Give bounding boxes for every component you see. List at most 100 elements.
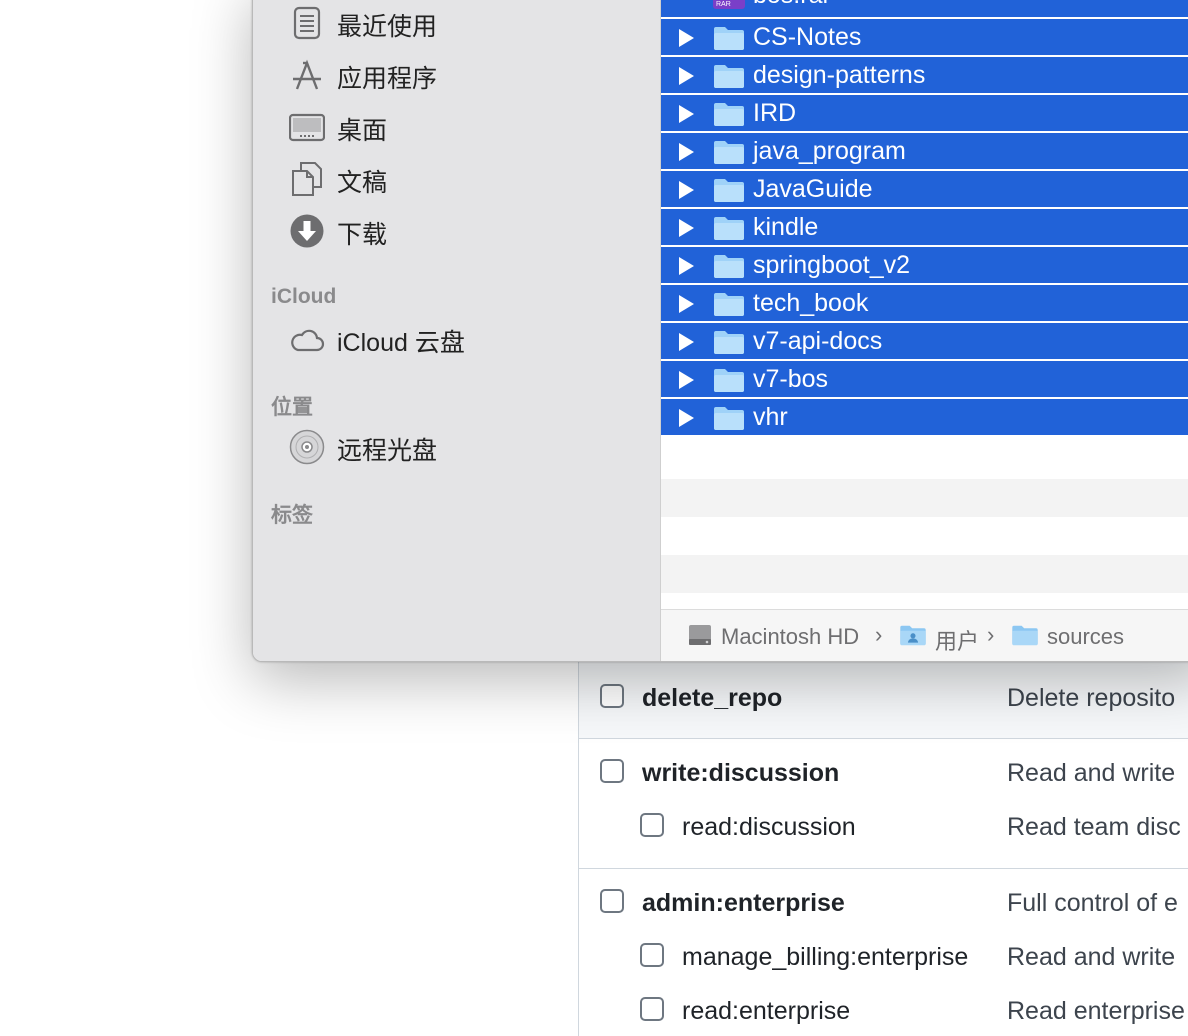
scope-row: admin:enterprise Full control of e	[579, 878, 1188, 932]
folder-row[interactable]: design-patterns	[661, 57, 1188, 95]
sidebar-item-label: 最近使用	[337, 13, 438, 41]
sidebar-item-label: 下载	[337, 221, 388, 249]
scope-name: manage_billing:enterprise	[682, 943, 969, 971]
scope-row: delete_repo Delete reposito	[579, 672, 1188, 726]
file-name: bos.rar	[753, 0, 831, 10]
scope-row: read:enterprise Read enterprise	[579, 986, 1188, 1036]
scope-row: write:discussion Read and write	[579, 748, 1188, 802]
rar-archive-icon: RAR	[713, 0, 745, 9]
disclosure-triangle-icon[interactable]	[679, 105, 694, 123]
scope-checkbox[interactable]	[600, 684, 624, 708]
scope-name: write:discussion	[642, 759, 840, 787]
user-folder-icon	[900, 625, 926, 646]
hard-drive-icon	[689, 625, 711, 645]
folder-icon	[714, 27, 744, 50]
folder-row[interactable]: JavaGuide	[661, 171, 1188, 209]
disclosure-triangle-icon[interactable]	[679, 409, 694, 427]
sidebar-heading-tags: 标签	[271, 504, 313, 527]
sidebar-item-remote-disc[interactable]: 远程光盘	[289, 425, 649, 469]
file-name: springboot_v2	[753, 251, 911, 279]
folder-icon	[714, 217, 744, 240]
disclosure-triangle-icon[interactable]	[679, 181, 694, 199]
cloud-icon	[291, 329, 325, 352]
folder-row[interactable]: CS-Notes	[661, 19, 1188, 57]
folder-icon	[1012, 625, 1038, 646]
sidebar-item-label: 应用程序	[337, 65, 438, 93]
disclosure-triangle-icon[interactable]	[679, 257, 694, 275]
scope-description: Read team disc	[1007, 813, 1181, 841]
folder-icon	[714, 179, 744, 202]
disclosure-triangle-icon[interactable]	[679, 333, 694, 351]
scope-checkbox[interactable]	[600, 759, 624, 783]
path-bar: Macintosh HD › 用户 › sources	[661, 609, 1188, 661]
disclosure-triangle-icon[interactable]	[679, 29, 694, 47]
scope-description: Read and write	[1007, 943, 1176, 971]
file-row[interactable]: RAR bos.rar	[661, 0, 1188, 19]
sidebar-item-desktop[interactable]: 桌面	[289, 105, 649, 149]
documents-icon	[292, 162, 322, 196]
sidebar-item-label: 桌面	[337, 117, 388, 145]
svg-text:RAR: RAR	[716, 1, 731, 8]
scope-description: Read and write	[1007, 759, 1176, 787]
empty-row	[661, 555, 1188, 593]
disclosure-triangle-icon[interactable]	[679, 295, 694, 313]
scope-checkbox[interactable]	[600, 889, 624, 913]
scope-name: delete_repo	[642, 684, 783, 712]
folder-icon	[714, 65, 744, 88]
sidebar-item-applications[interactable]: 应用程序	[289, 53, 649, 97]
folder-row[interactable]: IRD	[661, 95, 1188, 133]
sidebar-item-icloud-drive[interactable]: iCloud 云盘	[289, 317, 649, 361]
chevron-right-icon: ›	[987, 622, 995, 647]
scope-description: Delete reposito	[1007, 684, 1176, 712]
disclosure-triangle-icon[interactable]	[679, 219, 694, 237]
file-name: v7-bos	[753, 365, 829, 393]
folder-row[interactable]: kindle	[661, 209, 1188, 247]
sidebar-item-documents[interactable]: 文稿	[289, 157, 649, 201]
path-segment[interactable]: Macintosh HD	[721, 624, 859, 650]
sidebar-item-label: 文稿	[337, 169, 388, 197]
scope-name: read:discussion	[682, 813, 856, 841]
scope-description: Full control of e	[1007, 889, 1178, 917]
folder-row[interactable]: tech_book	[661, 285, 1188, 323]
disclosure-triangle-icon[interactable]	[679, 371, 694, 389]
file-name: IRD	[753, 99, 797, 127]
folder-row[interactable]: v7-api-docs	[661, 323, 1188, 361]
disclosure-triangle-icon[interactable]	[679, 67, 694, 85]
folder-icon	[714, 331, 744, 354]
file-name: tech_book	[753, 289, 869, 317]
file-name: design-patterns	[753, 61, 926, 89]
scope-group: write:discussion Read and write read:dis…	[579, 738, 1188, 869]
folder-icon	[714, 369, 744, 392]
folder-icon	[714, 141, 744, 164]
disclosure-triangle-icon[interactable]	[679, 143, 694, 161]
scopes-table: delete_repo Delete reposito write:discus…	[578, 660, 1188, 1036]
sidebar-item-downloads[interactable]: 下载	[289, 209, 649, 253]
folder-row[interactable]: java_program	[661, 133, 1188, 171]
folder-icon	[714, 255, 744, 278]
empty-row	[661, 479, 1188, 517]
disc-icon	[289, 429, 325, 465]
recents-icon	[293, 6, 321, 40]
folder-icon	[714, 407, 744, 430]
folder-icon	[714, 103, 744, 126]
folder-row[interactable]: springboot_v2	[661, 247, 1188, 285]
downloads-icon	[290, 214, 324, 248]
folder-row[interactable]: vhr	[661, 399, 1188, 437]
sidebar-item-recents[interactable]: 最近使用	[289, 1, 649, 45]
folder-row[interactable]: v7-bos	[661, 361, 1188, 399]
scope-checkbox[interactable]	[640, 943, 664, 967]
file-name: CS-Notes	[753, 23, 862, 51]
file-name: kindle	[753, 213, 819, 241]
path-segment[interactable]: 用户	[935, 624, 979, 656]
sidebar-item-label: iCloud 云盘	[337, 329, 465, 357]
scope-group: delete_repo Delete reposito	[579, 660, 1188, 739]
file-name: v7-api-docs	[753, 327, 883, 355]
scope-row: manage_billing:enterprise Read and write	[579, 932, 1188, 986]
path-segment[interactable]: sources	[1047, 624, 1124, 650]
scope-name: admin:enterprise	[642, 889, 845, 917]
scope-checkbox[interactable]	[640, 997, 664, 1021]
scope-checkbox[interactable]	[640, 813, 664, 837]
file-name: vhr	[753, 403, 788, 431]
applications-icon	[293, 59, 321, 90]
file-name: java_program	[753, 137, 906, 165]
